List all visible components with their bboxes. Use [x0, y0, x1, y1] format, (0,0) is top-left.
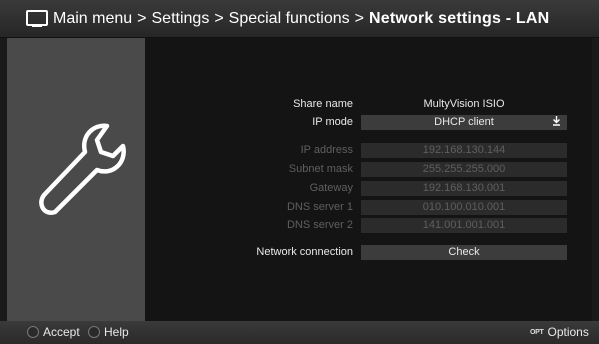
- options-label: Options: [547, 325, 589, 339]
- green-button-icon: [88, 326, 100, 338]
- subnet-mask-label: Subnet mask: [288, 163, 353, 175]
- share-name-label: Share name: [293, 98, 353, 110]
- gateway-field: 192.168.130.001: [361, 180, 567, 196]
- settings-panel: Share name MultyVision ISIO IP mode DHCP…: [145, 38, 592, 321]
- wrench-icon: [39, 123, 126, 215]
- network-connection-label: Network connection: [256, 246, 353, 258]
- ip-mode-row[interactable]: IP mode DHCP client: [145, 114, 567, 130]
- ip-address-row: IP address 192.168.130.144: [145, 142, 567, 158]
- page-title: Network settings - LAN: [368, 9, 550, 27]
- breadcrumb-settings[interactable]: Settings: [152, 10, 210, 28]
- ip-address-label: IP address: [300, 144, 353, 156]
- footer-bar: Accept Help OPT Options: [0, 321, 599, 344]
- breadcrumb-separator: >: [137, 9, 147, 27]
- opt-icon: OPT: [530, 328, 544, 336]
- gateway-label: Gateway: [309, 182, 353, 194]
- dns-server-1-label: DNS server 1: [286, 201, 353, 213]
- breadcrumb-special-functions[interactable]: Special functions: [229, 10, 350, 28]
- breadcrumb-separator: >: [354, 9, 364, 27]
- gateway-row: Gateway 192.168.130.001: [145, 180, 567, 196]
- dns-server-2-row: DNS server 2 141.001.001.001: [145, 217, 567, 233]
- share-name-value: MultyVision ISIO: [423, 97, 505, 110]
- accept-button[interactable]: Accept: [27, 325, 80, 339]
- dns-server-1-field: 010.100.010.001: [361, 199, 567, 215]
- dns-server-2-label: DNS server 2: [286, 219, 353, 231]
- check-button[interactable]: Check: [361, 244, 567, 260]
- breadcrumb-main-menu[interactable]: Main menu: [53, 10, 132, 28]
- ip-address-field: 192.168.130.144: [361, 142, 567, 158]
- dns-server-2-field: 141.001.001.001: [361, 217, 567, 233]
- title-bar: Main menu > Settings > Special functions…: [0, 0, 599, 38]
- subnet-mask-field: 255.255.255.000: [361, 161, 567, 177]
- tv-icon: [26, 9, 48, 28]
- network-connection-row[interactable]: Network connection Check: [145, 244, 567, 260]
- help-label: Help: [104, 325, 129, 339]
- options-button[interactable]: OPT Options: [530, 325, 589, 339]
- ip-mode-select[interactable]: DHCP client: [361, 114, 567, 131]
- accept-label: Accept: [43, 325, 80, 339]
- red-button-icon: [27, 326, 39, 338]
- breadcrumb-separator: >: [214, 9, 224, 27]
- download-icon: [552, 115, 561, 131]
- share-name-row: Share name MultyVision ISIO: [145, 96, 567, 112]
- subnet-mask-row: Subnet mask 255.255.255.000: [145, 161, 567, 177]
- dns-server-1-row: DNS server 1 010.100.010.001: [145, 199, 567, 215]
- left-panel: [7, 38, 145, 321]
- ip-mode-label: IP mode: [312, 116, 353, 128]
- help-button[interactable]: Help: [88, 325, 129, 339]
- ip-mode-value: DHCP client: [434, 115, 494, 128]
